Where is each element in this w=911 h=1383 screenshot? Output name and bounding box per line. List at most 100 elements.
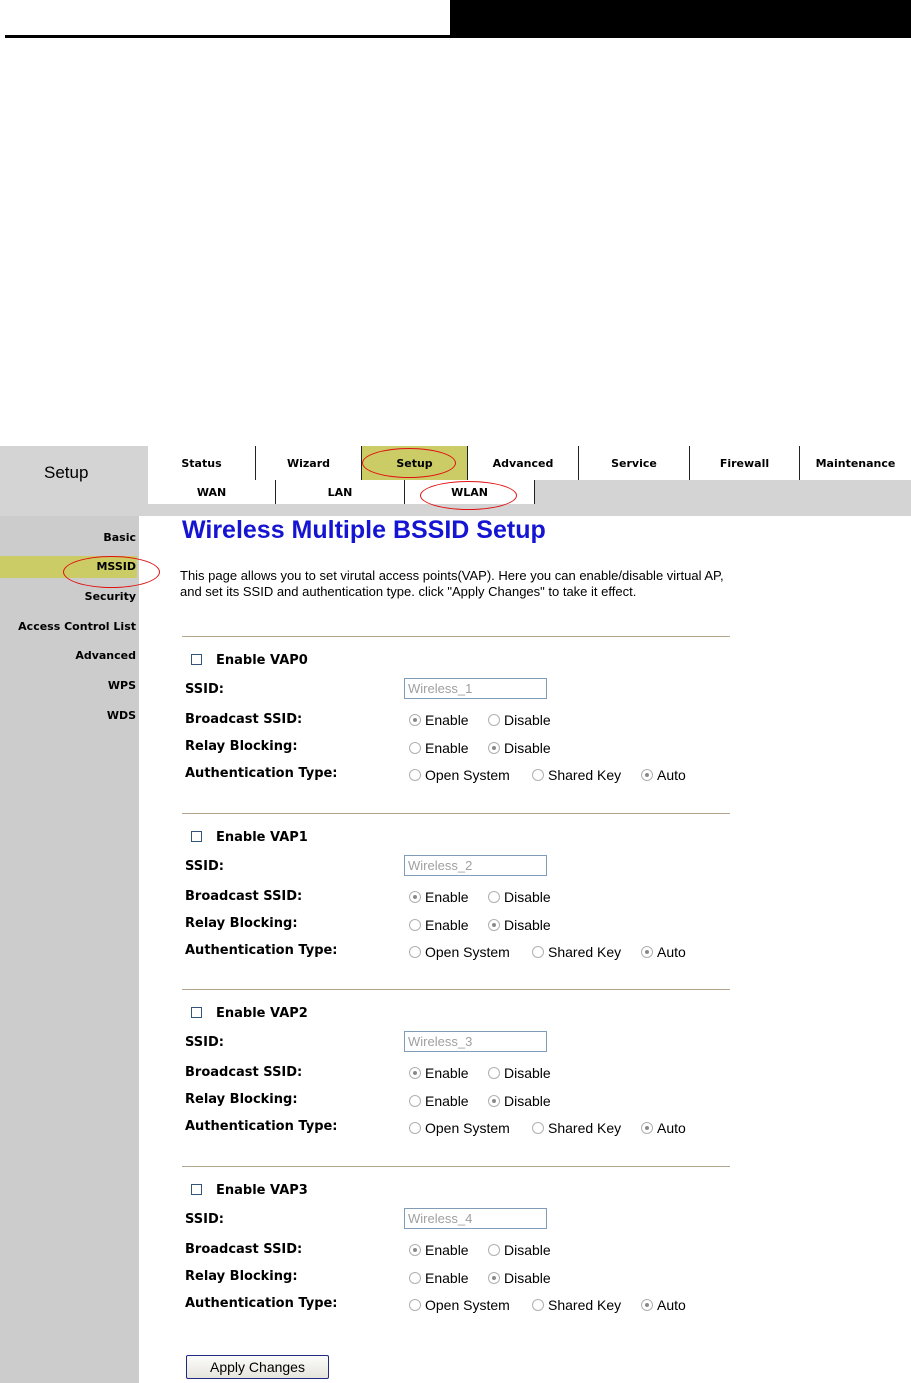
header-stripe (0, 504, 911, 516)
auth-open-system-option[interactable]: Open System (409, 1297, 510, 1313)
router-setup-page: Setup Status Wizard Setup Advanced Servi… (0, 446, 911, 1383)
broadcast-ssid-label: Broadcast SSID: (185, 1065, 303, 1080)
relay-disable-option[interactable]: Disable (488, 740, 551, 756)
broadcast-enable-option[interactable]: Enable (409, 1242, 469, 1258)
ssid-label: SSID: (185, 858, 224, 874)
tab-advanced[interactable]: Advanced (468, 446, 579, 480)
ssid-input[interactable]: Wireless_4 (404, 1207, 547, 1229)
radio-icon[interactable] (409, 1271, 421, 1284)
page-title: Wireless Multiple BSSID Setup (182, 516, 546, 544)
radio-icon[interactable] (409, 945, 421, 958)
broadcast-enable-option[interactable]: Enable (409, 712, 469, 728)
radio-icon[interactable] (532, 1298, 544, 1311)
tab-wizard[interactable]: Wizard (256, 446, 362, 480)
ssid-label: SSID: (185, 682, 224, 697)
relay-blocking-label: Relay Blocking: (185, 739, 298, 754)
ssid-input[interactable]: Wireless_3 (404, 1031, 547, 1052)
auth-open-system-option[interactable]: Open System (409, 944, 510, 960)
tab-firewall[interactable]: Firewall (690, 446, 800, 480)
relay-disable-option[interactable]: Disable (488, 1093, 551, 1109)
tab-setup[interactable]: Setup (362, 446, 468, 480)
subtab-wan[interactable]: WAN (148, 480, 276, 504)
auth-shared-key-option[interactable]: Shared Key (532, 1297, 621, 1313)
radio-icon[interactable] (488, 714, 500, 726)
radio-icon[interactable] (409, 714, 421, 726)
tab-maintenance[interactable]: Maintenance (800, 446, 911, 480)
relay-enable-option[interactable]: Enable (409, 1093, 469, 1109)
broadcast-disable-option[interactable]: Disable (488, 1065, 551, 1081)
sidebar-item-basic[interactable]: Basic (0, 527, 137, 549)
radio-icon[interactable] (641, 945, 653, 958)
ssid-label: SSID: (185, 1211, 224, 1227)
sidebar-item-security[interactable]: Security (0, 586, 137, 608)
radio-icon[interactable] (409, 742, 421, 754)
enable-vap-checkbox[interactable] (191, 830, 202, 842)
auth-open-system-option[interactable]: Open System (409, 1120, 510, 1136)
ssid-input[interactable]: Wireless_1 (404, 678, 547, 699)
sidebar-item-wds[interactable]: WDS (0, 705, 137, 727)
radio-icon[interactable] (488, 1067, 500, 1079)
tab-status[interactable]: Status (148, 446, 256, 480)
radio-icon[interactable] (488, 1271, 500, 1284)
radio-icon[interactable] (488, 1243, 500, 1256)
subtab-wlan[interactable]: WLAN (405, 480, 535, 504)
broadcast-ssid-label: Broadcast SSID: (185, 712, 303, 727)
page-description: This page allows you to set virutal acce… (180, 568, 724, 599)
relay-blocking-label: Relay Blocking: (185, 915, 298, 931)
relay-disable-option[interactable]: Disable (488, 1270, 551, 1286)
apply-changes-button[interactable]: Apply Changes (186, 1355, 329, 1379)
auth-shared-key-option[interactable]: Shared Key (532, 767, 621, 783)
radio-icon[interactable] (532, 1122, 544, 1134)
ssid-input[interactable]: Wireless_2 (404, 854, 547, 876)
sidebar-item-access-control-list[interactable]: Access Control List (0, 616, 137, 638)
enable-vap-checkbox[interactable] (191, 654, 202, 665)
broadcast-disable-option[interactable]: Disable (488, 712, 551, 728)
radio-icon[interactable] (532, 769, 544, 781)
auth-auto-option[interactable]: Auto (641, 944, 686, 960)
radio-icon[interactable] (409, 1095, 421, 1107)
radio-icon[interactable] (488, 918, 500, 931)
radio-icon[interactable] (409, 918, 421, 931)
authentication-type-label: Authentication Type: (185, 1119, 338, 1134)
auth-open-system-option[interactable]: Open System (409, 767, 510, 783)
radio-icon[interactable] (641, 1298, 653, 1311)
radio-icon[interactable] (409, 890, 421, 903)
radio-icon[interactable] (409, 1122, 421, 1134)
auth-shared-key-option[interactable]: Shared Key (532, 1120, 621, 1136)
section-title: Setup (44, 463, 89, 482)
section-divider (182, 989, 730, 990)
sidebar-item-wps[interactable]: WPS (0, 675, 137, 697)
broadcast-disable-option[interactable]: Disable (488, 889, 551, 905)
radio-icon[interactable] (409, 769, 421, 781)
radio-icon[interactable] (641, 769, 653, 781)
sidebar-item-mssid[interactable]: MSSID (0, 556, 137, 578)
enable-vap-label: Enable VAP1 (216, 829, 308, 845)
relay-disable-option[interactable]: Disable (488, 917, 551, 933)
radio-icon[interactable] (532, 945, 544, 958)
radio-icon[interactable] (409, 1243, 421, 1256)
document-header-rule (5, 35, 450, 38)
tab-service[interactable]: Service (579, 446, 690, 480)
relay-enable-option[interactable]: Enable (409, 740, 469, 756)
enable-vap-checkbox[interactable] (191, 1007, 202, 1018)
auth-auto-option[interactable]: Auto (641, 767, 686, 783)
main-tabs: Status Wizard Setup Advanced Service Fir… (148, 446, 911, 480)
enable-vap-checkbox[interactable] (191, 1183, 202, 1195)
relay-enable-option[interactable]: Enable (409, 917, 469, 933)
subtab-lan[interactable]: LAN (276, 480, 405, 504)
broadcast-enable-option[interactable]: Enable (409, 1065, 469, 1081)
broadcast-ssid-label: Broadcast SSID: (185, 1241, 303, 1257)
radio-icon[interactable] (409, 1067, 421, 1079)
relay-enable-option[interactable]: Enable (409, 1270, 469, 1286)
radio-icon[interactable] (488, 890, 500, 903)
auth-shared-key-option[interactable]: Shared Key (532, 944, 621, 960)
sidebar-item-advanced[interactable]: Advanced (0, 645, 137, 667)
auth-auto-option[interactable]: Auto (641, 1297, 686, 1313)
broadcast-enable-option[interactable]: Enable (409, 889, 469, 905)
auth-auto-option[interactable]: Auto (641, 1120, 686, 1136)
radio-icon[interactable] (409, 1298, 421, 1311)
radio-icon[interactable] (488, 1095, 500, 1107)
radio-icon[interactable] (641, 1122, 653, 1134)
broadcast-disable-option[interactable]: Disable (488, 1242, 551, 1258)
radio-icon[interactable] (488, 742, 500, 754)
